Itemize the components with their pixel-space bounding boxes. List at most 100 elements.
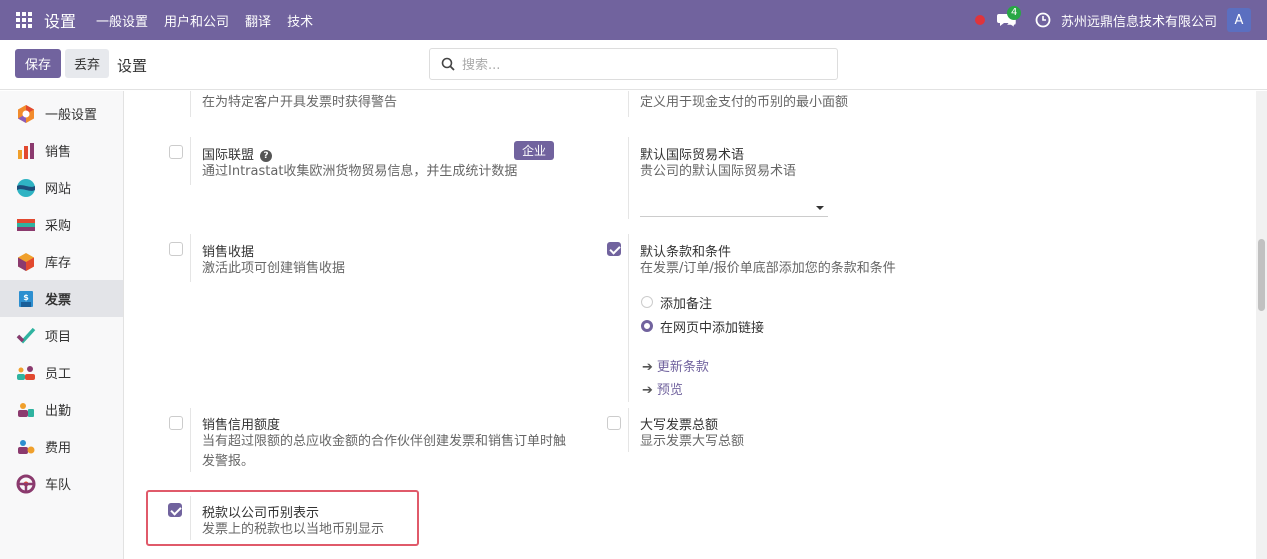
purchase-icon <box>17 218 35 231</box>
update-terms-link[interactable]: ➔ 更新条款 <box>642 356 709 375</box>
sidebar-item-inventory[interactable]: 库存 <box>0 243 123 280</box>
nav-users-companies[interactable]: 用户和公司 <box>164 11 229 30</box>
attendance-icon <box>18 402 34 417</box>
sidebar-item-sales[interactable]: 销售 <box>0 132 123 169</box>
intrastat-desc: 通过Intrastat收集欧洲货物贸易信息，并生成统计数据 <box>202 164 518 179</box>
activity-clock-icon[interactable] <box>1035 12 1051 28</box>
content-scrollbar[interactable] <box>1256 91 1267 559</box>
sale-receipts-title: 销售收据 <box>202 245 255 260</box>
setting-divider <box>190 91 191 117</box>
terms-option-link-label[interactable]: 在网页中添加链接 <box>660 317 764 336</box>
sidebar-item-attendance[interactable]: 出勤 <box>0 391 123 428</box>
company-switcher[interactable]: 苏州远鼎信息技术有限公司 <box>1061 11 1217 30</box>
caret-down-icon <box>816 206 824 210</box>
sale-receipts-desc: 激活此项可创建销售收据 <box>202 261 346 276</box>
credit-limit-title: 销售信用额度 <box>202 418 281 433</box>
tax-company-currency-title: 税款以公司币别表示 <box>202 506 320 521</box>
amount-in-words-checkbox[interactable] <box>607 416 621 430</box>
scrollbar-thumb[interactable] <box>1258 239 1265 311</box>
sidebar-item-label: 员工 <box>45 367 72 382</box>
default-terms-desc: 在发票/订单/报价单底部添加您的条款和条件 <box>640 261 896 276</box>
expenses-icon <box>18 439 35 454</box>
app-menu-icon[interactable] <box>16 12 32 28</box>
sidebar-item-label: 采购 <box>45 219 72 234</box>
preview-label: 预览 <box>656 383 683 398</box>
terms-option-note-radio[interactable] <box>641 296 653 308</box>
credit-limit-desc: 当有超过限额的总应收金额的合作伙伴创建发票和销售订单时触发警报。 <box>202 434 567 469</box>
sidebar-item-website[interactable]: 网站 <box>0 169 123 206</box>
breadcrumb: 设置 <box>117 57 148 75</box>
employees-icon <box>17 365 35 380</box>
discard-button[interactable]: 丢弃 <box>65 49 109 78</box>
sidebar-item-expenses[interactable]: 费用 <box>0 428 123 465</box>
top-navbar: 设置 一般设置 用户和公司 翻译 技术 4 苏州远鼎信息技术有限公司 A <box>0 0 1267 40</box>
nav-translations[interactable]: 翻译 <box>245 11 271 30</box>
setting-divider <box>628 408 629 452</box>
sales-icon <box>18 142 34 159</box>
credit-limit-checkbox[interactable] <box>169 416 183 430</box>
sidebar-item-employees[interactable]: 员工 <box>0 354 123 391</box>
update-terms-label: 更新条款 <box>656 360 709 375</box>
inventory-icon <box>18 252 34 271</box>
default-terms-checkbox[interactable] <box>607 242 621 256</box>
settings-content: 在为特定客户开具发票时获得警告 定义用于现金支付的币别的最小面额 国际联盟? 企… <box>124 91 1256 559</box>
save-button[interactable]: 保存 <box>15 49 61 78</box>
search-box[interactable] <box>429 48 838 80</box>
enterprise-badge: 企业 <box>514 141 555 160</box>
nav-general-settings[interactable]: 一般设置 <box>96 11 148 30</box>
search-input[interactable] <box>462 55 822 75</box>
terms-option-link-radio[interactable] <box>641 320 653 332</box>
search-icon <box>441 57 455 71</box>
sidebar-item-general-settings[interactable]: 一般设置 <box>0 95 123 132</box>
sidebar-item-invoicing[interactable]: $ 发票 <box>0 280 123 317</box>
chat-count-badge: 4 <box>1006 6 1022 20</box>
setting-divider <box>628 137 629 219</box>
incoterm-title: 默认国际贸易术语 <box>640 148 745 163</box>
setting-divider <box>190 137 191 185</box>
recording-indicator-icon[interactable] <box>974 15 985 25</box>
setting-divider <box>190 408 191 472</box>
fleet-steering-wheel-icon <box>16 474 36 493</box>
tax-company-currency-desc: 发票上的税款也以当地币别显示 <box>202 522 385 537</box>
setting-divider <box>190 496 191 540</box>
cash-rounding-desc: 定义用于现金支付的币别的最小面额 <box>640 95 849 110</box>
arrow-right-icon: ➔ <box>642 383 653 398</box>
website-icon <box>17 178 35 197</box>
sidebar-item-label: 车队 <box>45 478 72 493</box>
sale-receipts-checkbox[interactable] <box>169 242 183 256</box>
sidebar-item-label: 费用 <box>45 441 72 456</box>
sidebar-item-purchase[interactable]: 采购 <box>0 206 123 243</box>
project-icon <box>16 327 36 344</box>
sidebar-item-project[interactable]: 项目 <box>0 317 123 354</box>
sidebar-item-fleet[interactable]: 车队 <box>0 465 123 502</box>
sidebar-item-label: 一般设置 <box>45 108 98 123</box>
setting-divider <box>190 234 191 282</box>
invoicing-icon: $ <box>19 290 33 307</box>
sidebar-item-label: 销售 <box>45 145 72 160</box>
sidebar-item-label: 发票 <box>45 293 72 308</box>
amount-in-words-title: 大写发票总额 <box>640 418 719 433</box>
settings-sidebar: 一般设置 销售 网站 采购 库存 $ 发票 项目 员工 出勤 费用 车队 <box>0 91 124 559</box>
sidebar-item-label: 项目 <box>45 330 72 345</box>
control-panel: 保存 丢弃 设置 <box>0 40 1267 90</box>
setting-divider <box>628 234 629 402</box>
intrastat-checkbox[interactable] <box>169 145 183 159</box>
app-title: 设置 <box>44 12 77 31</box>
terms-option-note-label[interactable]: 添加备注 <box>660 293 712 312</box>
help-icon[interactable]: ? <box>260 150 273 162</box>
general-settings-icon <box>18 104 34 123</box>
sidebar-item-label: 库存 <box>45 256 72 271</box>
user-avatar[interactable]: A <box>1227 8 1251 32</box>
incoterm-select[interactable] <box>640 193 828 217</box>
sidebar-item-label: 网站 <box>45 182 72 197</box>
default-terms-title: 默认条款和条件 <box>640 245 732 260</box>
setting-divider <box>628 91 629 117</box>
intrastat-title: 国际联盟? <box>202 144 273 163</box>
nav-technical[interactable]: 技术 <box>287 11 313 30</box>
tax-company-currency-checkbox[interactable] <box>168 503 182 517</box>
messaging-button[interactable]: 4 <box>996 6 1022 30</box>
preview-link[interactable]: ➔ 预览 <box>642 379 683 398</box>
customer-warning-desc: 在为特定客户开具发票时获得警告 <box>202 95 398 110</box>
amount-in-words-desc: 显示发票大写总额 <box>640 434 745 449</box>
arrow-right-icon: ➔ <box>642 360 653 375</box>
